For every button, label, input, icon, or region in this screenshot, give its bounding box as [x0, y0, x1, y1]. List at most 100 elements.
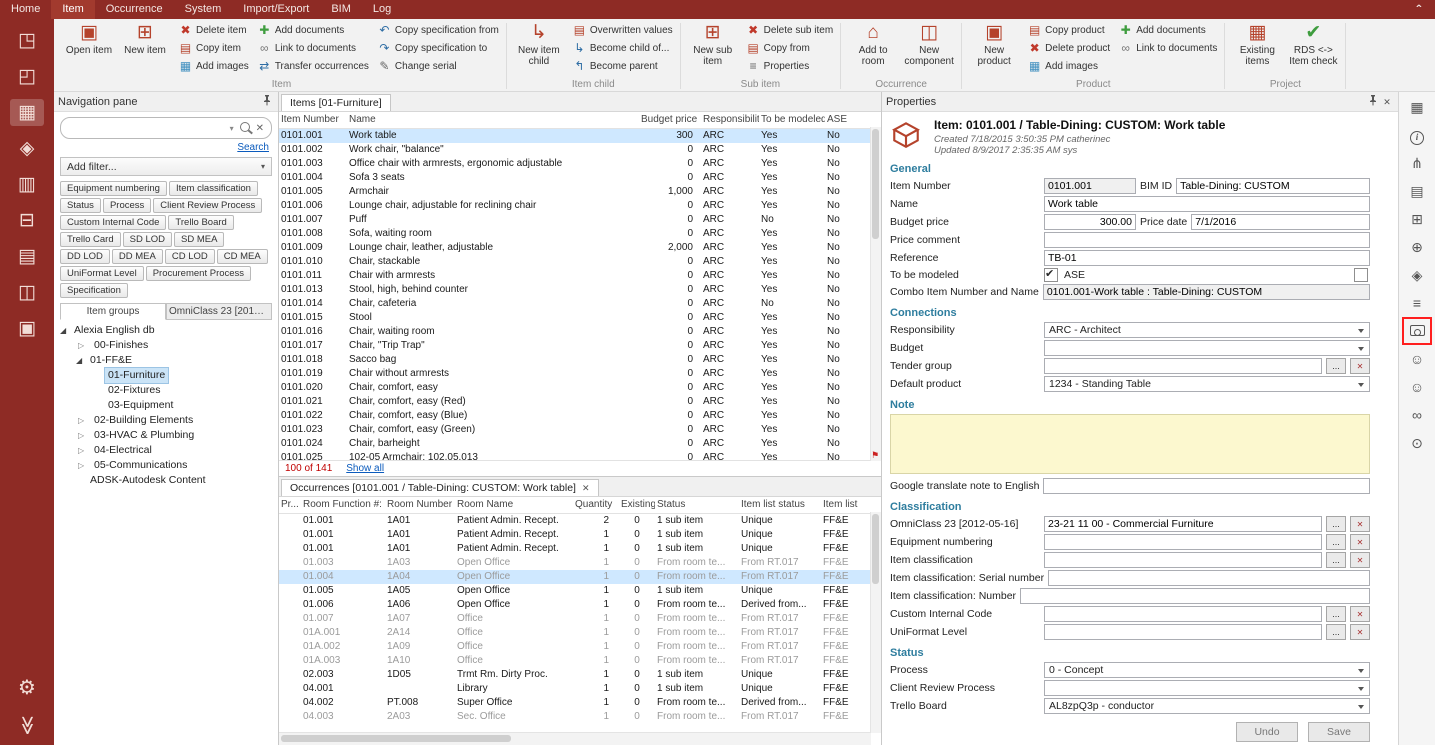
ribbon-button[interactable]: Become child of... [569, 39, 676, 57]
ribbon-button[interactable]: Link to documents [254, 39, 372, 57]
item-row[interactable]: 0101.003Office chair with armrests, ergo… [279, 157, 881, 171]
item-row[interactable]: 0101.008Sofa, waiting room0ARCYesNo [279, 227, 881, 241]
tree-item[interactable]: 02-Fixtures [56, 383, 276, 398]
scrollbar[interactable] [870, 512, 881, 733]
combo-name-input[interactable] [1043, 284, 1370, 300]
products-link-icon[interactable] [1406, 209, 1428, 229]
occurrences-module-icon[interactable] [10, 27, 44, 54]
ribbon-button[interactable]: Overwritten values [569, 21, 676, 39]
ribbon-button[interactable]: Delete product [1024, 39, 1113, 57]
item-row[interactable]: 0101.006Lounge chair, adjustable for rec… [279, 199, 881, 213]
filter-chip[interactable]: Trello Board [168, 215, 233, 230]
filter-chip[interactable]: Status [60, 198, 101, 213]
tab-occurrences[interactable]: Occurrences [0101.001 / Table-Dining: CU… [281, 479, 599, 496]
item-row[interactable]: 0101.005Armchair1,000ARCYesNo [279, 185, 881, 199]
tender-group-input[interactable] [1044, 358, 1322, 374]
grid-view-icon[interactable] [1406, 97, 1428, 117]
item-classification-serial-input[interactable] [1048, 570, 1370, 586]
trello-board-select[interactable]: AL8zpQ3p - conductor [1044, 698, 1370, 714]
tree-item[interactable]: 03-Equipment [56, 398, 276, 413]
search-input[interactable] [68, 121, 226, 135]
menu-item[interactable]: Log [362, 0, 402, 19]
equipment-numbering-input[interactable] [1044, 534, 1322, 550]
occurrence-row[interactable]: 01A.0031A10Office10From room te...From R… [279, 654, 881, 668]
item-row[interactable]: 0101.015Stool0ARCYesNo [279, 311, 881, 325]
ribbon-button[interactable]: Copy from [743, 39, 836, 57]
name-input[interactable] [1044, 196, 1370, 212]
browse-button[interactable]: ... [1326, 516, 1346, 532]
item-row[interactable]: 0101.002Work chair, "balance"0ARCYesNo [279, 143, 881, 157]
occurrence-row[interactable]: 04.002PT.008Super Office10From room te..… [279, 696, 881, 710]
tree-item[interactable]: 03-HVAC & Plumbing [56, 428, 276, 443]
ribbon-button[interactable]: Copy specification to [374, 39, 502, 57]
world-icon[interactable] [1406, 237, 1428, 257]
menu-item[interactable]: BIM [320, 0, 362, 19]
filter-chip[interactable]: Procurement Process [146, 266, 251, 281]
user-check-icon[interactable] [1406, 377, 1428, 397]
tab-items[interactable]: Items [01-Furniture] [281, 94, 391, 111]
user-add-icon[interactable] [1406, 349, 1428, 369]
clear-search-icon[interactable] [256, 123, 264, 134]
camera-icon[interactable] [1406, 321, 1428, 341]
tree-item[interactable]: 02-Building Elements [56, 413, 276, 428]
ribbon-button[interactable]: Link to documents [1115, 39, 1220, 57]
filter-chip[interactable]: CD MEA [217, 249, 268, 264]
occurrence-row[interactable]: 01A.0021A09Office10From room te...From R… [279, 640, 881, 654]
ribbon-button[interactable]: Open item [61, 21, 117, 57]
menu-item[interactable]: Home [0, 0, 51, 19]
price-date-input[interactable] [1191, 214, 1370, 230]
item-row[interactable]: 0101.013Stool, high, behind counter0ARCY… [279, 283, 881, 297]
item-row[interactable]: 0101.017Chair, "Trip Trap"0ARCYesNo [279, 339, 881, 353]
history-icon[interactable] [1406, 433, 1428, 453]
tree-item[interactable]: 05-Communications [56, 458, 276, 473]
save-button[interactable]: Save [1308, 722, 1370, 742]
copies-icon[interactable] [1406, 181, 1428, 201]
uniformat-level-input[interactable] [1044, 624, 1322, 640]
column-header[interactable]: Responsibility [701, 112, 759, 128]
occurrence-row[interactable]: 01.0011A01Patient Admin. Recept.101 sub … [279, 528, 881, 542]
tree-item[interactable]: Alexia English db [56, 323, 276, 338]
column-header[interactable]: Name [347, 112, 639, 128]
filter-chip[interactable]: Custom Internal Code [60, 215, 166, 230]
tree-expander-icon[interactable] [76, 338, 91, 353]
reports-module-icon[interactable] [10, 243, 44, 270]
occurrence-row[interactable]: 01.0061A06Open Office10From room te...De… [279, 598, 881, 612]
clear-icon[interactable] [1350, 358, 1370, 374]
scrollbar[interactable] [279, 732, 871, 745]
ribbon-button[interactable]: New item [117, 21, 173, 57]
database-module-icon[interactable] [10, 207, 44, 234]
filter-chip[interactable]: CD LOD [165, 249, 215, 264]
tree-item[interactable]: ADSK-Autodesk Content [56, 473, 276, 488]
occurrence-row[interactable]: 01.0031A03Open Office10From room te...Fr… [279, 556, 881, 570]
item-row[interactable]: 0101.025102-05 Armchair: 102.05.0130ARCY… [279, 451, 881, 460]
column-header[interactable]: Existing... [619, 497, 655, 513]
ribbon-button[interactable]: Add to room [845, 21, 901, 68]
settings-gear-icon[interactable] [10, 675, 44, 702]
browse-button[interactable]: ... [1326, 552, 1346, 568]
chevron-down-icon[interactable] [230, 124, 234, 133]
filter-chip[interactable]: SD MEA [174, 232, 224, 247]
nav-tab[interactable]: OmniClass 23 [2012-05-16] [166, 303, 272, 320]
occurrence-row[interactable]: 04.001Library101 sub itemUniqueFF&E [279, 682, 881, 696]
browse-button[interactable]: ... [1326, 358, 1346, 374]
templates-module-icon[interactable] [10, 171, 44, 198]
undo-button[interactable]: Undo [1236, 722, 1298, 742]
ribbon-button[interactable]: Existing items [1229, 21, 1285, 68]
filter-chip[interactable]: Item classification [169, 181, 258, 196]
pin-icon[interactable] [260, 95, 274, 109]
browse-button[interactable]: ... [1326, 534, 1346, 550]
price-comment-input[interactable] [1044, 232, 1370, 248]
browse-button[interactable]: ... [1326, 606, 1346, 622]
column-header[interactable]: Item list status [739, 497, 821, 513]
custom-internal-code-input[interactable] [1044, 606, 1322, 622]
collapse-ribbon-icon[interactable] [1402, 0, 1435, 19]
item-row[interactable]: 0101.004Sofa 3 seats0ARCYesNo [279, 171, 881, 185]
filter-chip[interactable]: Process [103, 198, 151, 213]
item-row[interactable]: 0101.001Work table300ARCYesNo [279, 129, 881, 143]
filter-chip[interactable]: DD LOD [60, 249, 110, 264]
occurrence-row[interactable]: 02.0031D05Trmt Rm. Dirty Proc.101 sub it… [279, 668, 881, 682]
forms-module-icon[interactable] [10, 279, 44, 306]
tree-expander-icon[interactable] [76, 458, 91, 473]
responsibility-select[interactable]: ARC - Architect [1044, 322, 1370, 338]
collapse-rail-icon[interactable] [10, 712, 44, 739]
